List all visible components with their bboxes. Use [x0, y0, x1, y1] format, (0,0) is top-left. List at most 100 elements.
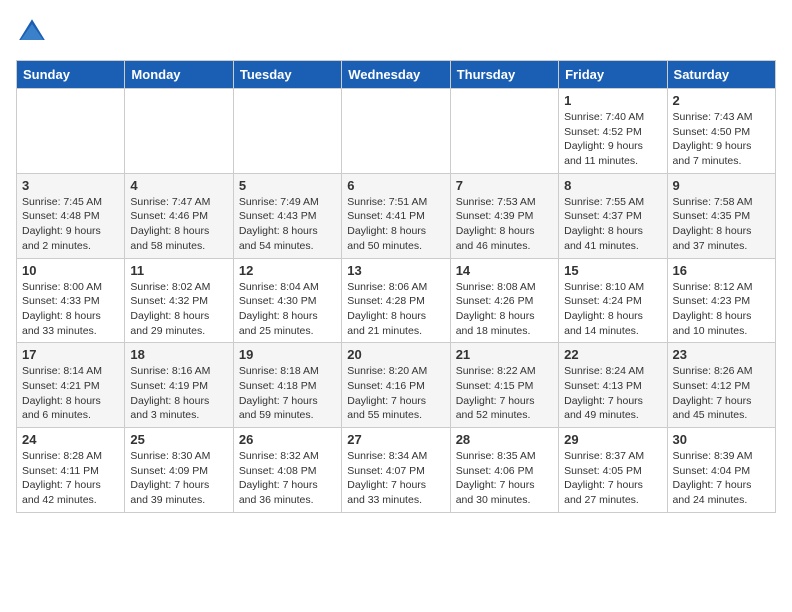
day-number: 13: [347, 263, 444, 278]
calendar-week-1: 1 Sunrise: 7:40 AM Sunset: 4:52 PM Daylig…: [17, 89, 776, 174]
day-info: Sunrise: 8:04 AM Sunset: 4:30 PM Dayligh…: [239, 280, 336, 339]
day-number: 8: [564, 178, 661, 193]
day-number: 9: [673, 178, 770, 193]
day-info: Sunrise: 7:43 AM Sunset: 4:50 PM Dayligh…: [673, 110, 770, 169]
day-info: Sunrise: 8:12 AM Sunset: 4:23 PM Dayligh…: [673, 280, 770, 339]
calendar-cell: 30 Sunrise: 8:39 AM Sunset: 4:04 PM Dayli…: [667, 428, 775, 513]
day-number: 22: [564, 347, 661, 362]
day-header-sunday: Sunday: [17, 61, 125, 89]
calendar-week-3: 10 Sunrise: 8:00 AM Sunset: 4:33 PM Dayli…: [17, 258, 776, 343]
day-header-saturday: Saturday: [667, 61, 775, 89]
day-number: 30: [673, 432, 770, 447]
day-info: Sunrise: 8:30 AM Sunset: 4:09 PM Dayligh…: [130, 449, 227, 508]
day-info: Sunrise: 7:45 AM Sunset: 4:48 PM Dayligh…: [22, 195, 119, 254]
day-number: 3: [22, 178, 119, 193]
day-info: Sunrise: 8:16 AM Sunset: 4:19 PM Dayligh…: [130, 364, 227, 423]
day-info: Sunrise: 8:22 AM Sunset: 4:15 PM Dayligh…: [456, 364, 553, 423]
day-info: Sunrise: 7:49 AM Sunset: 4:43 PM Dayligh…: [239, 195, 336, 254]
calendar-week-4: 17 Sunrise: 8:14 AM Sunset: 4:21 PM Dayli…: [17, 343, 776, 428]
day-info: Sunrise: 8:35 AM Sunset: 4:06 PM Dayligh…: [456, 449, 553, 508]
logo: [16, 16, 52, 48]
calendar-cell: 20Sunrise: 8:20 AM Sunset: 4:16 PM Dayli…: [342, 343, 450, 428]
calendar-cell: [125, 89, 233, 174]
day-number: 2: [673, 93, 770, 108]
calendar-cell: 1 Sunrise: 7:40 AM Sunset: 4:52 PM Daylig…: [559, 89, 667, 174]
day-number: 15: [564, 263, 661, 278]
day-number: 24: [22, 432, 119, 447]
day-number: 19: [239, 347, 336, 362]
logo-icon: [16, 16, 48, 48]
calendar-table: SundayMondayTuesdayWednesdayThursdayFrid…: [16, 60, 776, 513]
day-number: 17: [22, 347, 119, 362]
calendar-cell: 5 Sunrise: 7:49 AM Sunset: 4:43 PM Daylig…: [233, 173, 341, 258]
day-info: Sunrise: 8:00 AM Sunset: 4:33 PM Dayligh…: [22, 280, 119, 339]
calendar-cell: 2 Sunrise: 7:43 AM Sunset: 4:50 PM Daylig…: [667, 89, 775, 174]
day-info: Sunrise: 8:14 AM Sunset: 4:21 PM Dayligh…: [22, 364, 119, 423]
day-number: 23: [673, 347, 770, 362]
day-number: 1: [564, 93, 661, 108]
day-number: 26: [239, 432, 336, 447]
calendar-cell: 19Sunrise: 8:18 AM Sunset: 4:18 PM Dayli…: [233, 343, 341, 428]
calendar-cell: [450, 89, 558, 174]
day-info: Sunrise: 7:47 AM Sunset: 4:46 PM Dayligh…: [130, 195, 227, 254]
calendar-cell: [233, 89, 341, 174]
calendar-header-row: SundayMondayTuesdayWednesdayThursdayFrid…: [17, 61, 776, 89]
day-header-friday: Friday: [559, 61, 667, 89]
calendar-cell: [342, 89, 450, 174]
calendar-cell: 4 Sunrise: 7:47 AM Sunset: 4:46 PM Daylig…: [125, 173, 233, 258]
day-number: 10: [22, 263, 119, 278]
day-header-tuesday: Tuesday: [233, 61, 341, 89]
day-number: 20: [347, 347, 444, 362]
calendar-cell: 10 Sunrise: 8:00 AM Sunset: 4:33 PM Dayli…: [17, 258, 125, 343]
page-header: [16, 16, 776, 48]
day-number: 11: [130, 263, 227, 278]
day-info: Sunrise: 7:40 AM Sunset: 4:52 PM Dayligh…: [564, 110, 661, 169]
calendar-cell: 24 Sunrise: 8:28 AM Sunset: 4:11 PM Dayli…: [17, 428, 125, 513]
day-header-thursday: Thursday: [450, 61, 558, 89]
day-number: 27: [347, 432, 444, 447]
day-number: 4: [130, 178, 227, 193]
calendar-cell: 27 Sunrise: 8:34 AM Sunset: 4:07 PM Dayli…: [342, 428, 450, 513]
day-number: 16: [673, 263, 770, 278]
calendar-cell: 11 Sunrise: 8:02 AM Sunset: 4:32 PM Dayli…: [125, 258, 233, 343]
day-info: Sunrise: 8:24 AM Sunset: 4:13 PM Dayligh…: [564, 364, 661, 423]
day-number: 5: [239, 178, 336, 193]
day-info: Sunrise: 8:39 AM Sunset: 4:04 PM Dayligh…: [673, 449, 770, 508]
day-info: Sunrise: 7:53 AM Sunset: 4:39 PM Dayligh…: [456, 195, 553, 254]
day-info: Sunrise: 7:51 AM Sunset: 4:41 PM Dayligh…: [347, 195, 444, 254]
calendar-cell: 3 Sunrise: 7:45 AM Sunset: 4:48 PM Daylig…: [17, 173, 125, 258]
day-number: 14: [456, 263, 553, 278]
day-info: Sunrise: 8:02 AM Sunset: 4:32 PM Dayligh…: [130, 280, 227, 339]
day-number: 7: [456, 178, 553, 193]
day-number: 21: [456, 347, 553, 362]
day-info: Sunrise: 8:08 AM Sunset: 4:26 PM Dayligh…: [456, 280, 553, 339]
day-number: 6: [347, 178, 444, 193]
day-info: Sunrise: 8:34 AM Sunset: 4:07 PM Dayligh…: [347, 449, 444, 508]
calendar-cell: 21 Sunrise: 8:22 AM Sunset: 4:15 PM Dayli…: [450, 343, 558, 428]
day-number: 28: [456, 432, 553, 447]
calendar-cell: 25 Sunrise: 8:30 AM Sunset: 4:09 PM Dayli…: [125, 428, 233, 513]
calendar-cell: 8 Sunrise: 7:55 AM Sunset: 4:37 PM Daylig…: [559, 173, 667, 258]
calendar-cell: 29Sunrise: 8:37 AM Sunset: 4:05 PM Dayli…: [559, 428, 667, 513]
day-header-wednesday: Wednesday: [342, 61, 450, 89]
calendar-cell: 14 Sunrise: 8:08 AM Sunset: 4:26 PM Dayli…: [450, 258, 558, 343]
calendar-cell: 22 Sunrise: 8:24 AM Sunset: 4:13 PM Dayli…: [559, 343, 667, 428]
day-info: Sunrise: 8:26 AM Sunset: 4:12 PM Dayligh…: [673, 364, 770, 423]
day-info: Sunrise: 8:32 AM Sunset: 4:08 PM Dayligh…: [239, 449, 336, 508]
calendar-cell: 28 Sunrise: 8:35 AM Sunset: 4:06 PM Dayli…: [450, 428, 558, 513]
calendar-cell: 15Sunrise: 8:10 AM Sunset: 4:24 PM Dayli…: [559, 258, 667, 343]
calendar-cell: 13 Sunrise: 8:06 AM Sunset: 4:28 PM Dayli…: [342, 258, 450, 343]
day-info: Sunrise: 7:55 AM Sunset: 4:37 PM Dayligh…: [564, 195, 661, 254]
calendar-week-2: 3 Sunrise: 7:45 AM Sunset: 4:48 PM Daylig…: [17, 173, 776, 258]
calendar-cell: 16 Sunrise: 8:12 AM Sunset: 4:23 PM Dayli…: [667, 258, 775, 343]
day-info: Sunrise: 8:06 AM Sunset: 4:28 PM Dayligh…: [347, 280, 444, 339]
day-number: 25: [130, 432, 227, 447]
calendar-week-5: 24 Sunrise: 8:28 AM Sunset: 4:11 PM Dayli…: [17, 428, 776, 513]
day-number: 29: [564, 432, 661, 447]
calendar-cell: [17, 89, 125, 174]
calendar-cell: 7 Sunrise: 7:53 AM Sunset: 4:39 PM Daylig…: [450, 173, 558, 258]
day-info: Sunrise: 8:28 AM Sunset: 4:11 PM Dayligh…: [22, 449, 119, 508]
day-header-monday: Monday: [125, 61, 233, 89]
calendar-cell: 26 Sunrise: 8:32 AM Sunset: 4:08 PM Dayli…: [233, 428, 341, 513]
calendar-cell: 23 Sunrise: 8:26 AM Sunset: 4:12 PM Dayli…: [667, 343, 775, 428]
